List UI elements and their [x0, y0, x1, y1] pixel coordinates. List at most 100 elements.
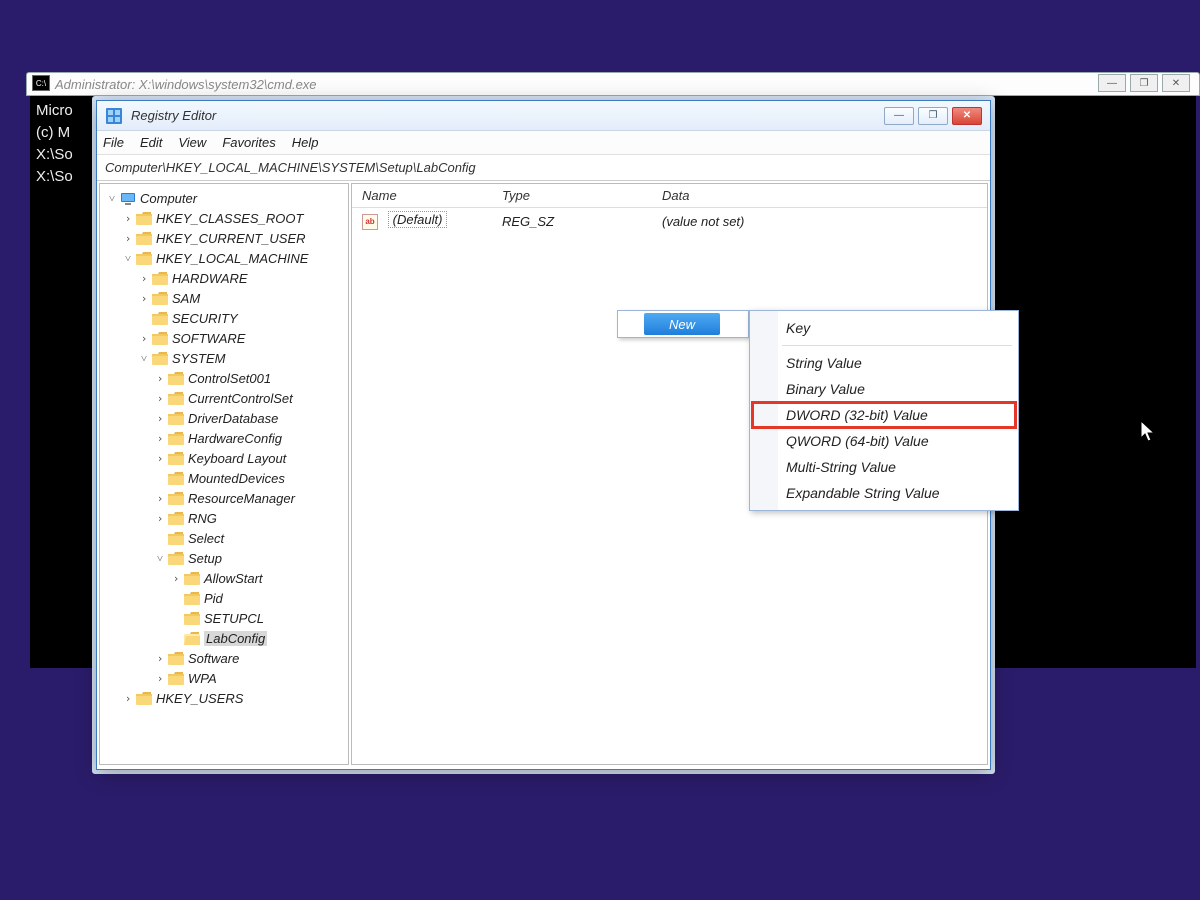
regedit-titlebar[interactable]: Registry Editor — ❐ ✕	[97, 101, 990, 131]
expand-toggle-icon[interactable]: ›	[154, 672, 166, 685]
tree-node-security[interactable]: SECURITY	[102, 308, 346, 328]
expand-toggle-icon[interactable]: ›	[154, 512, 166, 525]
value-type-cell: REG_SZ	[492, 214, 652, 229]
tree-node-label: SECURITY	[172, 311, 238, 326]
expand-toggle-icon[interactable]	[170, 632, 182, 645]
context-item-binary-value[interactable]: Binary Value	[752, 376, 1016, 402]
tree-node-keyboard-layout[interactable]: › Keyboard Layout	[102, 448, 346, 468]
expand-toggle-icon[interactable]: ›	[154, 452, 166, 465]
expand-toggle-icon[interactable]: ›	[154, 372, 166, 385]
menu-favorites[interactable]: Favorites	[222, 135, 275, 150]
menu-edit[interactable]: Edit	[140, 135, 162, 150]
menu-help[interactable]: Help	[292, 135, 319, 150]
tree-node-system[interactable]: ˅ SYSTEM	[102, 348, 346, 368]
expand-toggle-icon[interactable]	[170, 612, 182, 625]
tree-node-pid[interactable]: Pid	[102, 588, 346, 608]
expand-toggle-icon[interactable]: ›	[138, 292, 150, 305]
cmd-maximize-button[interactable]: ❐	[1130, 74, 1158, 92]
context-menu-parent[interactable]: New	[617, 310, 749, 338]
expand-toggle-icon[interactable]: ›	[138, 272, 150, 285]
expand-toggle-icon[interactable]: ›	[122, 692, 134, 705]
col-name[interactable]: Name	[352, 188, 492, 203]
tree-node-label: SETUPCL	[204, 611, 264, 626]
tree-node-hkey-local-machine[interactable]: ˅ HKEY_LOCAL_MACHINE	[102, 248, 346, 268]
computer-icon	[120, 191, 136, 205]
tree-node-label: Setup	[188, 551, 222, 566]
expand-toggle-icon[interactable]	[154, 472, 166, 485]
tree-node-label: CurrentControlSet	[188, 391, 293, 406]
expand-toggle-icon[interactable]: ›	[154, 412, 166, 425]
tree-node-hkey-classes-root[interactable]: › HKEY_CLASSES_ROOT	[102, 208, 346, 228]
tree-node-label: HKEY_CURRENT_USER	[156, 231, 306, 246]
tree-node-mounteddevices[interactable]: MountedDevices	[102, 468, 346, 488]
expand-toggle-icon[interactable]: ˅	[122, 252, 134, 265]
context-item-qword-64-bit-value[interactable]: QWORD (64-bit) Value	[752, 428, 1016, 454]
cmd-titlebar[interactable]: Administrator: X:\windows\system32\cmd.e…	[26, 72, 1200, 96]
context-item-expandable-string-value[interactable]: Expandable String Value	[752, 480, 1016, 506]
regedit-tree-pane[interactable]: ˅ Computer › HKEY_CLASSES_ROOT › HKEY_CU…	[99, 183, 349, 765]
expand-toggle-icon[interactable]: ˅	[154, 552, 166, 565]
value-row[interactable]: ab (Default) REG_SZ (value not set)	[352, 208, 987, 234]
tree-node-hkey-users[interactable]: › HKEY_USERS	[102, 688, 346, 708]
context-item-multi-string-value[interactable]: Multi-String Value	[752, 454, 1016, 480]
expand-toggle-icon[interactable]: ›	[170, 572, 182, 585]
tree-node-software[interactable]: › SOFTWARE	[102, 328, 346, 348]
tree-node-label: MountedDevices	[188, 471, 285, 486]
tree-node-label: HARDWARE	[172, 271, 248, 286]
col-type[interactable]: Type	[492, 188, 652, 203]
expand-toggle-icon[interactable]: ›	[154, 652, 166, 665]
expand-toggle-icon[interactable]: ›	[138, 332, 150, 345]
col-data[interactable]: Data	[652, 188, 987, 203]
context-submenu-new[interactable]: Key String ValueBinary ValueDWORD (32-bit…	[749, 310, 1019, 511]
folder-icon	[168, 391, 184, 405]
expand-toggle-icon[interactable]	[154, 532, 166, 545]
tree-node-setupcl[interactable]: SETUPCL	[102, 608, 346, 628]
regedit-maximize-button[interactable]: ❐	[918, 107, 948, 125]
expand-toggle-icon[interactable]: ˅	[138, 352, 150, 365]
menu-view[interactable]: View	[178, 135, 206, 150]
value-name: (Default)	[388, 211, 448, 228]
expand-toggle-icon[interactable]: ›	[122, 232, 134, 245]
tree-node-select[interactable]: Select	[102, 528, 346, 548]
expand-toggle-icon[interactable]: ›	[122, 212, 134, 225]
tree-node-driverdatabase[interactable]: › DriverDatabase	[102, 408, 346, 428]
folder-icon	[152, 351, 168, 365]
regedit-address-bar[interactable]: Computer\HKEY_LOCAL_MACHINE\SYSTEM\Setup…	[97, 155, 990, 181]
cmd-window-title: Administrator: X:\windows\system32\cmd.e…	[27, 77, 317, 92]
regedit-minimize-button[interactable]: —	[884, 107, 914, 125]
tree-node-label: Software	[188, 651, 239, 666]
cmd-close-button[interactable]: ✕	[1162, 74, 1190, 92]
tree-node-hkey-current-user[interactable]: › HKEY_CURRENT_USER	[102, 228, 346, 248]
tree-node-setup[interactable]: ˅ Setup	[102, 548, 346, 568]
tree-node-resourcemanager[interactable]: › ResourceManager	[102, 488, 346, 508]
tree-node-software[interactable]: › Software	[102, 648, 346, 668]
folder-icon	[168, 511, 184, 525]
folder-icon	[136, 251, 152, 265]
context-item-dword-32-bit-value[interactable]: DWORD (32-bit) Value	[752, 402, 1016, 428]
tree-node-currentcontrolset[interactable]: › CurrentControlSet	[102, 388, 346, 408]
expand-toggle-icon[interactable]: ›	[154, 392, 166, 405]
context-item-string-value[interactable]: String Value	[752, 350, 1016, 376]
expand-toggle-icon[interactable]	[170, 592, 182, 605]
tree-node-allowstart[interactable]: › AllowStart	[102, 568, 346, 588]
tree-node-controlset001[interactable]: › ControlSet001	[102, 368, 346, 388]
tree-node-sam[interactable]: › SAM	[102, 288, 346, 308]
regedit-close-button[interactable]: ✕	[952, 107, 982, 125]
expand-toggle-icon[interactable]: ›	[154, 432, 166, 445]
menu-file[interactable]: File	[103, 135, 124, 150]
tree-node-computer[interactable]: ˅ Computer	[102, 188, 346, 208]
folder-icon	[184, 591, 200, 605]
tree-node-labconfig[interactable]: LabConfig	[102, 628, 346, 648]
tree-node-wpa[interactable]: › WPA	[102, 668, 346, 688]
tree-node-hardware[interactable]: › HARDWARE	[102, 268, 346, 288]
expand-toggle-icon[interactable]: ›	[154, 492, 166, 505]
cmd-minimize-button[interactable]: —	[1098, 74, 1126, 92]
tree-node-rng[interactable]: › RNG	[102, 508, 346, 528]
context-item-new[interactable]: New	[644, 313, 720, 335]
tree-node-hardwareconfig[interactable]: › HardwareConfig	[102, 428, 346, 448]
mouse-cursor-icon	[1140, 420, 1158, 450]
expand-toggle-icon[interactable]	[138, 312, 150, 325]
expand-toggle-icon[interactable]: ˅	[106, 192, 118, 205]
context-item-key[interactable]: Key	[752, 315, 1016, 341]
regedit-title: Registry Editor	[131, 108, 216, 123]
